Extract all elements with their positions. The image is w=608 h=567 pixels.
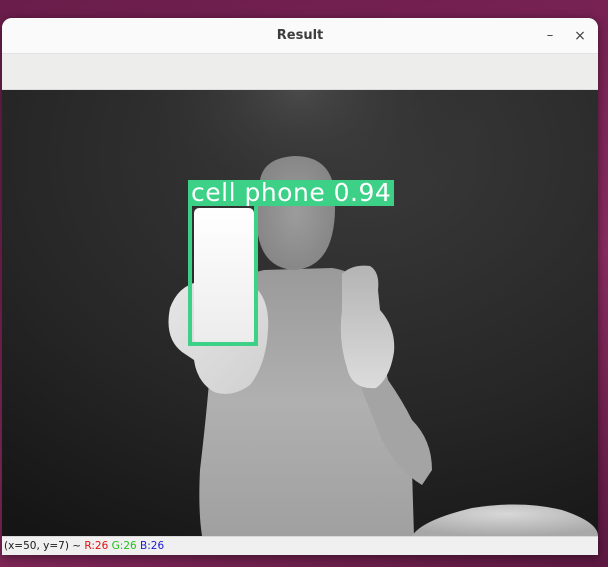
desktop-background: Result – × cell phone 0.94 (x=50, y=7) ~… <box>0 0 608 567</box>
image-canvas[interactable]: cell phone 0.94 <box>2 90 598 536</box>
minimize-icon[interactable]: – <box>540 26 560 46</box>
cursor-coordinates: (x=50, y=7) ~ <box>4 540 82 552</box>
pixel-red-value: R:26 <box>84 540 109 552</box>
toolbar <box>2 54 598 90</box>
window-title: Result <box>276 28 324 43</box>
pixel-blue-value: B:26 <box>140 540 165 552</box>
result-window: Result – × cell phone 0.94 (x=50, y=7) ~… <box>2 18 598 555</box>
close-icon[interactable]: × <box>570 26 590 46</box>
status-bar: (x=50, y=7) ~ R:26 G:26 B:26 <box>2 536 598 555</box>
pixel-green-value: G:26 <box>111 540 137 552</box>
phone-image <box>194 208 254 344</box>
title-bar[interactable]: Result – × <box>2 18 598 54</box>
detection-label: cell phone 0.94 <box>188 180 395 206</box>
person-head <box>256 156 335 270</box>
depth-image <box>2 90 598 536</box>
